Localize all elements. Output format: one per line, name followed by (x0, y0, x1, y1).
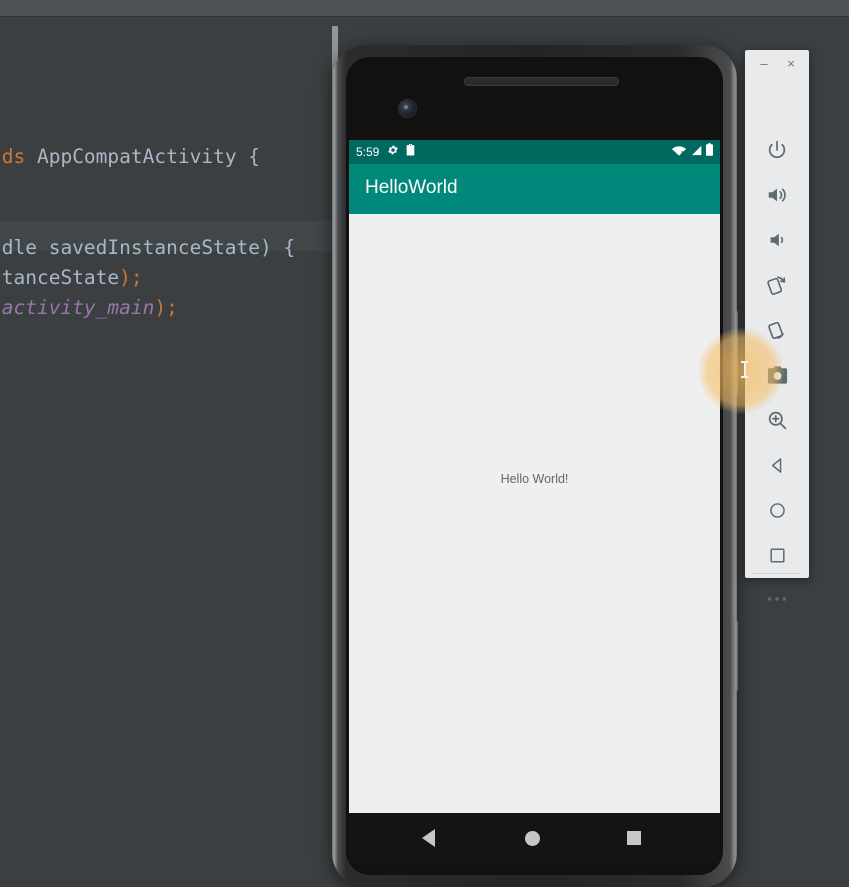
volume-up-button[interactable] (761, 179, 793, 211)
device-power-button[interactable] (734, 310, 738, 396)
code-token: stanceState (0, 266, 120, 289)
screenshot-root: nds AppCompatActivity { ndle savedInstanc… (0, 0, 849, 887)
battery-icon (705, 143, 714, 161)
back-triangle-icon (422, 829, 435, 847)
device-screen[interactable]: 5:59 x HelloWorld Hello World! (349, 140, 720, 813)
settings-gear-icon (387, 143, 399, 161)
code-line-1: ndle savedInstanceState) { (0, 236, 295, 259)
code-line-3: .activity_main); (0, 296, 178, 319)
recents-nav-button[interactable] (627, 829, 645, 847)
status-bar-left-icons (387, 143, 416, 161)
code-editor-pane[interactable]: nds AppCompatActivity { ndle savedInstanc… (0, 25, 333, 887)
minimize-button[interactable]: – (757, 57, 771, 71)
overview-button[interactable] (761, 539, 793, 571)
code-line-2: stanceState); (0, 266, 143, 289)
zoom-button[interactable] (761, 404, 793, 436)
home-button[interactable] (761, 494, 793, 526)
cellular-signal-icon (690, 143, 702, 161)
code-line-0: nds AppCompatActivity { (0, 145, 260, 168)
front-camera-icon (398, 99, 417, 118)
extended-controls-button[interactable] (761, 583, 793, 615)
hello-world-textview: Hello World! (500, 472, 569, 486)
back-button[interactable] (761, 449, 793, 481)
close-button[interactable]: × (784, 57, 798, 71)
code-token: ); (119, 266, 143, 289)
earpiece-speaker-icon (464, 77, 619, 86)
code-token: activity_main (1, 296, 155, 319)
android-navigation-bar (349, 813, 720, 863)
recents-square-icon (627, 831, 641, 845)
toolbar-divider (753, 573, 801, 574)
rotate-right-button[interactable] (761, 314, 793, 346)
app-content-area[interactable]: Hello World! (349, 214, 720, 813)
svg-text:x: x (681, 150, 684, 156)
home-nav-button[interactable] (525, 829, 543, 847)
status-bar-clock: 5:59 (356, 145, 380, 159)
code-token: nds (0, 145, 26, 168)
rotate-left-button[interactable] (761, 269, 793, 301)
ide-toolbar-strip-secondary (0, 17, 849, 25)
code-token: AppCompatActivity { (25, 145, 261, 168)
code-token: ndle savedInstanceState) { (0, 236, 296, 259)
app-toolbar: HelloWorld (349, 164, 720, 214)
status-bar-right-icons: x (672, 143, 714, 161)
clipboard-icon (406, 143, 416, 161)
ide-toolbar-strip (0, 0, 849, 17)
screenshot-button[interactable] (761, 359, 793, 391)
wifi-off-icon: x (672, 143, 686, 161)
back-nav-button[interactable] (422, 829, 440, 847)
app-title: HelloWorld (365, 177, 458, 198)
volume-down-button[interactable] (761, 224, 793, 256)
android-status-bar: 5:59 x (349, 140, 720, 164)
emulator-device-frame[interactable]: 5:59 x HelloWorld Hello World! (332, 45, 738, 887)
power-button[interactable] (761, 134, 793, 166)
emulator-side-toolbar[interactable]: – × (745, 50, 809, 601)
home-circle-icon (525, 831, 540, 846)
emulator-window-controls: – × (745, 50, 809, 78)
device-volume-rocker[interactable] (734, 620, 738, 692)
code-token: ); (154, 296, 178, 319)
